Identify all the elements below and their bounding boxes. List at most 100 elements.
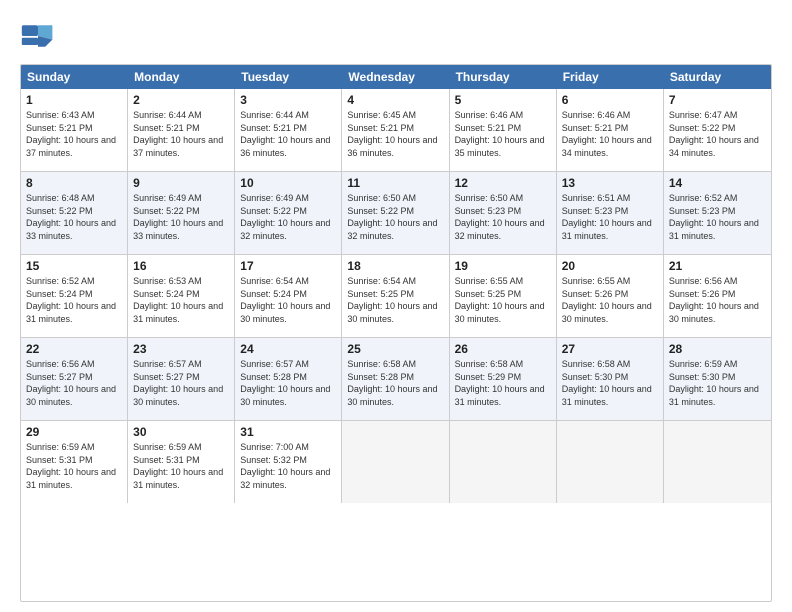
day-info: Sunrise: 6:47 AM Sunset: 5:22 PM Dayligh… [669,109,766,159]
calendar-cell: 31 Sunrise: 7:00 AM Sunset: 5:32 PM Dayli… [235,421,342,503]
day-number: 4 [347,93,443,107]
day-number: 7 [669,93,766,107]
day-info: Sunrise: 6:56 AM Sunset: 5:27 PM Dayligh… [26,358,122,408]
day-info: Sunrise: 6:51 AM Sunset: 5:23 PM Dayligh… [562,192,658,242]
day-number: 3 [240,93,336,107]
day-info: Sunrise: 6:58 AM Sunset: 5:28 PM Dayligh… [347,358,443,408]
day-number: 28 [669,342,766,356]
day-info: Sunrise: 6:44 AM Sunset: 5:21 PM Dayligh… [133,109,229,159]
logo [20,18,60,54]
calendar-cell: 16 Sunrise: 6:53 AM Sunset: 5:24 PM Dayli… [128,255,235,337]
calendar-week: 8 Sunrise: 6:48 AM Sunset: 5:22 PM Daylig… [21,172,771,255]
day-info: Sunrise: 6:58 AM Sunset: 5:30 PM Dayligh… [562,358,658,408]
day-info: Sunrise: 6:59 AM Sunset: 5:31 PM Dayligh… [26,441,122,491]
day-number: 21 [669,259,766,273]
day-info: Sunrise: 6:46 AM Sunset: 5:21 PM Dayligh… [455,109,551,159]
day-number: 13 [562,176,658,190]
calendar-cell: 27 Sunrise: 6:58 AM Sunset: 5:30 PM Dayli… [557,338,664,420]
day-number: 25 [347,342,443,356]
day-info: Sunrise: 6:45 AM Sunset: 5:21 PM Dayligh… [347,109,443,159]
calendar-cell [342,421,449,503]
day-info: Sunrise: 6:52 AM Sunset: 5:23 PM Dayligh… [669,192,766,242]
calendar-cell: 23Sunrise: 6:57 AM Sunset: 5:27 PM Dayli… [128,338,235,420]
calendar-week: 1Sunrise: 6:43 AM Sunset: 5:21 PM Daylig… [21,89,771,172]
calendar-cell: 26Sunrise: 6:58 AM Sunset: 5:29 PM Dayli… [450,338,557,420]
calendar-cell: 19 Sunrise: 6:55 AM Sunset: 5:25 PM Dayli… [450,255,557,337]
calendar-cell: 22 Sunrise: 6:56 AM Sunset: 5:27 PM Dayli… [21,338,128,420]
calendar-cell: 11 Sunrise: 6:50 AM Sunset: 5:22 PM Dayli… [342,172,449,254]
calendar: SundayMondayTuesdayWednesdayThursdayFrid… [20,64,772,602]
day-number: 31 [240,425,336,439]
calendar-cell: 18 Sunrise: 6:54 AM Sunset: 5:25 PM Dayli… [342,255,449,337]
calendar-cell: 24 Sunrise: 6:57 AM Sunset: 5:28 PM Dayli… [235,338,342,420]
calendar-cell: 25 Sunrise: 6:58 AM Sunset: 5:28 PM Dayli… [342,338,449,420]
day-info: Sunrise: 6:48 AM Sunset: 5:22 PM Dayligh… [26,192,122,242]
calendar-header-cell: Wednesday [342,65,449,89]
calendar-header-cell: Monday [128,65,235,89]
calendar-cell [450,421,557,503]
calendar-week: 29 Sunrise: 6:59 AM Sunset: 5:31 PM Dayli… [21,421,771,503]
day-info: Sunrise: 6:44 AM Sunset: 5:21 PM Dayligh… [240,109,336,159]
calendar-header-cell: Thursday [450,65,557,89]
day-number: 19 [455,259,551,273]
day-info: Sunrise: 6:59 AM Sunset: 5:31 PM Dayligh… [133,441,229,491]
day-number: 8 [26,176,122,190]
day-info: Sunrise: 6:49 AM Sunset: 5:22 PM Dayligh… [240,192,336,242]
day-number: 16 [133,259,229,273]
day-info: Sunrise: 6:50 AM Sunset: 5:22 PM Dayligh… [347,192,443,242]
day-info: Sunrise: 6:52 AM Sunset: 5:24 PM Dayligh… [26,275,122,325]
day-info: Sunrise: 6:57 AM Sunset: 5:28 PM Dayligh… [240,358,336,408]
calendar-cell: 21Sunrise: 6:56 AM Sunset: 5:26 PM Dayli… [664,255,771,337]
day-info: Sunrise: 6:54 AM Sunset: 5:25 PM Dayligh… [347,275,443,325]
day-number: 6 [562,93,658,107]
calendar-cell: 12Sunrise: 6:50 AM Sunset: 5:23 PM Dayli… [450,172,557,254]
logo-icon [20,18,56,54]
calendar-cell: 7 Sunrise: 6:47 AM Sunset: 5:22 PM Daylig… [664,89,771,171]
day-info: Sunrise: 6:46 AM Sunset: 5:21 PM Dayligh… [562,109,658,159]
day-number: 10 [240,176,336,190]
day-number: 17 [240,259,336,273]
calendar-cell: 9Sunrise: 6:49 AM Sunset: 5:22 PM Daylig… [128,172,235,254]
day-number: 30 [133,425,229,439]
calendar-header-cell: Saturday [664,65,771,89]
day-info: Sunrise: 6:58 AM Sunset: 5:29 PM Dayligh… [455,358,551,408]
day-number: 22 [26,342,122,356]
calendar-cell: 1Sunrise: 6:43 AM Sunset: 5:21 PM Daylig… [21,89,128,171]
day-info: Sunrise: 6:54 AM Sunset: 5:24 PM Dayligh… [240,275,336,325]
day-number: 27 [562,342,658,356]
calendar-cell [664,421,771,503]
day-number: 20 [562,259,658,273]
day-number: 11 [347,176,443,190]
day-info: Sunrise: 6:50 AM Sunset: 5:23 PM Dayligh… [455,192,551,242]
day-number: 14 [669,176,766,190]
calendar-cell: 28 Sunrise: 6:59 AM Sunset: 5:30 PM Dayli… [664,338,771,420]
calendar-cell: 29 Sunrise: 6:59 AM Sunset: 5:31 PM Dayli… [21,421,128,503]
day-info: Sunrise: 6:55 AM Sunset: 5:25 PM Dayligh… [455,275,551,325]
day-number: 24 [240,342,336,356]
calendar-cell: 15 Sunrise: 6:52 AM Sunset: 5:24 PM Dayli… [21,255,128,337]
calendar-cell: 8 Sunrise: 6:48 AM Sunset: 5:22 PM Daylig… [21,172,128,254]
day-info: Sunrise: 6:53 AM Sunset: 5:24 PM Dayligh… [133,275,229,325]
day-number: 18 [347,259,443,273]
day-number: 2 [133,93,229,107]
calendar-header-cell: Tuesday [235,65,342,89]
day-number: 9 [133,176,229,190]
page: SundayMondayTuesdayWednesdayThursdayFrid… [0,0,792,612]
calendar-cell [557,421,664,503]
day-info: Sunrise: 6:59 AM Sunset: 5:30 PM Dayligh… [669,358,766,408]
day-number: 29 [26,425,122,439]
calendar-cell: 17 Sunrise: 6:54 AM Sunset: 5:24 PM Dayli… [235,255,342,337]
calendar-cell: 4 Sunrise: 6:45 AM Sunset: 5:21 PM Daylig… [342,89,449,171]
calendar-cell: 6 Sunrise: 6:46 AM Sunset: 5:21 PM Daylig… [557,89,664,171]
day-number: 15 [26,259,122,273]
calendar-header-cell: Friday [557,65,664,89]
calendar-cell: 30 Sunrise: 6:59 AM Sunset: 5:31 PM Dayli… [128,421,235,503]
calendar-week: 22 Sunrise: 6:56 AM Sunset: 5:27 PM Dayli… [21,338,771,421]
calendar-cell: 10 Sunrise: 6:49 AM Sunset: 5:22 PM Dayli… [235,172,342,254]
day-info: Sunrise: 7:00 AM Sunset: 5:32 PM Dayligh… [240,441,336,491]
day-info: Sunrise: 6:57 AM Sunset: 5:27 PM Dayligh… [133,358,229,408]
calendar-cell: 3 Sunrise: 6:44 AM Sunset: 5:21 PM Daylig… [235,89,342,171]
day-number: 1 [26,93,122,107]
calendar-cell: 5Sunrise: 6:46 AM Sunset: 5:21 PM Daylig… [450,89,557,171]
calendar-cell: 14 Sunrise: 6:52 AM Sunset: 5:23 PM Dayli… [664,172,771,254]
